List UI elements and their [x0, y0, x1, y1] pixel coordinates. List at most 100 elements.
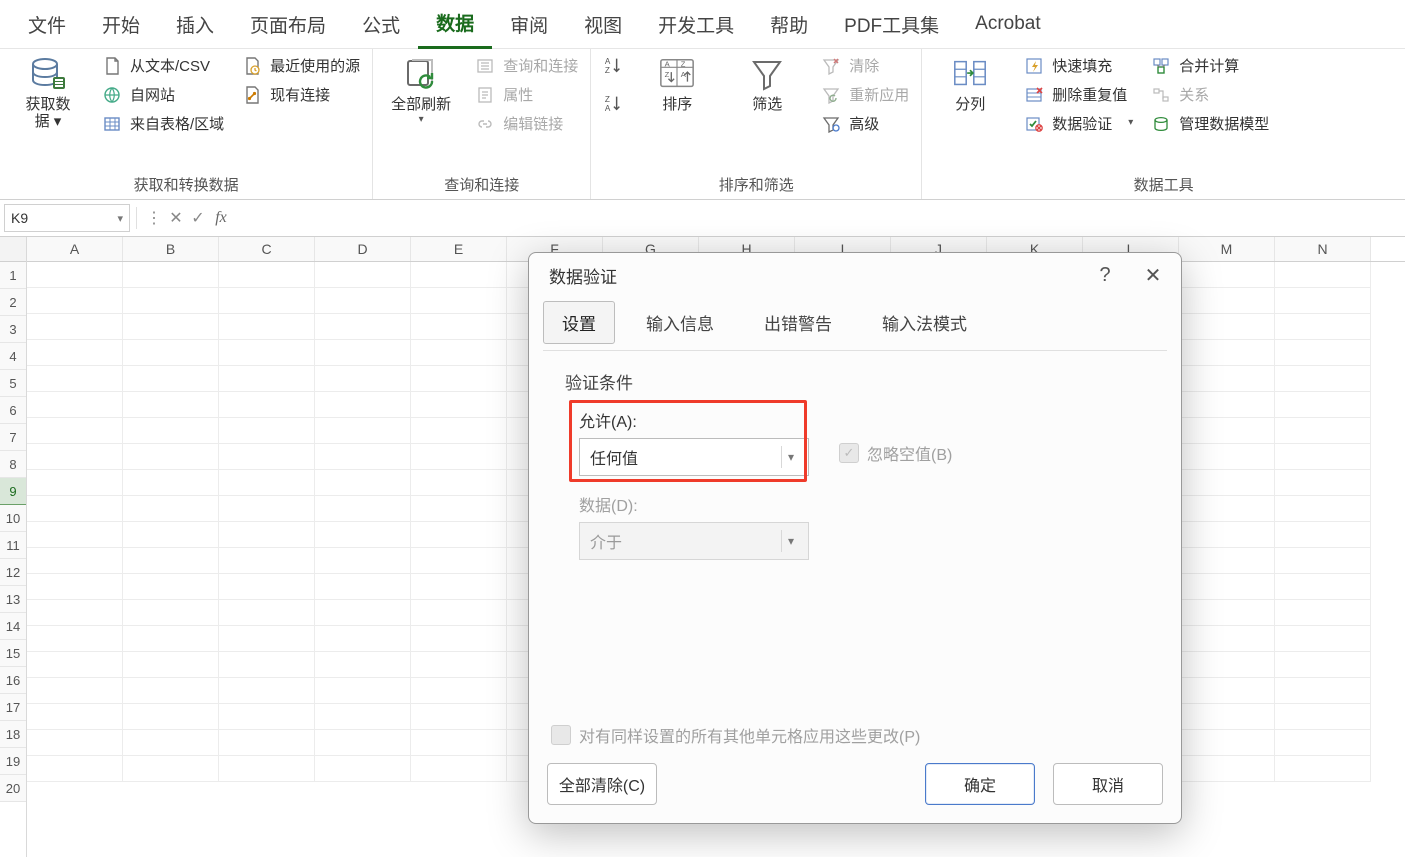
row-header[interactable]: 10 [0, 505, 26, 532]
cell[interactable] [315, 392, 411, 418]
row-header[interactable]: 5 [0, 370, 26, 397]
cell[interactable] [315, 730, 411, 756]
cell[interactable] [1275, 730, 1371, 756]
ok-button[interactable]: 确定 [925, 763, 1035, 805]
tab-file[interactable]: 文件 [10, 1, 84, 48]
queries-and-connections-button[interactable]: 查询和连接 [475, 55, 578, 76]
cell[interactable] [123, 730, 219, 756]
column-header[interactable]: E [411, 237, 507, 261]
cell[interactable] [219, 574, 315, 600]
text-to-columns-button[interactable]: 分列 [934, 55, 1006, 113]
cell[interactable] [1275, 704, 1371, 730]
properties-button[interactable]: 属性 [475, 84, 578, 105]
cell[interactable] [27, 262, 123, 288]
cell[interactable] [411, 418, 507, 444]
cell[interactable] [1275, 314, 1371, 340]
cell[interactable] [219, 288, 315, 314]
cell[interactable] [1179, 288, 1275, 314]
cancel-button[interactable]: 取消 [1053, 763, 1163, 805]
cell[interactable] [315, 652, 411, 678]
advanced-filter-button[interactable]: 高级 [821, 113, 909, 134]
cell[interactable] [315, 522, 411, 548]
cell[interactable] [1275, 288, 1371, 314]
cell[interactable] [411, 574, 507, 600]
cell[interactable] [123, 652, 219, 678]
cell[interactable] [315, 548, 411, 574]
cell[interactable] [219, 444, 315, 470]
cell[interactable] [1179, 262, 1275, 288]
cell[interactable] [1179, 470, 1275, 496]
relationships-button[interactable]: 关系 [1151, 84, 1269, 105]
cell[interactable] [27, 730, 123, 756]
cell[interactable] [1275, 262, 1371, 288]
dialog-tab-input-message[interactable]: 输入信息 [627, 301, 733, 344]
cell[interactable] [123, 496, 219, 522]
from-web-button[interactable]: 自网站 [102, 84, 224, 105]
row-header[interactable]: 7 [0, 424, 26, 451]
cell[interactable] [1179, 418, 1275, 444]
cell[interactable] [27, 704, 123, 730]
cell[interactable] [315, 470, 411, 496]
data-model-button[interactable]: 管理数据模型 [1151, 113, 1269, 134]
cell[interactable] [315, 496, 411, 522]
cell[interactable] [219, 470, 315, 496]
cell[interactable] [1275, 496, 1371, 522]
cell[interactable] [1275, 652, 1371, 678]
row-header[interactable]: 20 [0, 775, 26, 802]
cell[interactable] [219, 678, 315, 704]
cell[interactable] [27, 522, 123, 548]
row-header[interactable]: 17 [0, 694, 26, 721]
cell[interactable] [219, 392, 315, 418]
row-header[interactable]: 6 [0, 397, 26, 424]
cell[interactable] [315, 756, 411, 782]
cell[interactable] [1275, 574, 1371, 600]
column-header[interactable]: D [315, 237, 411, 261]
cell[interactable] [1275, 366, 1371, 392]
clear-all-button[interactable]: 全部清除(C) [547, 763, 657, 805]
cell[interactable] [1275, 444, 1371, 470]
cell[interactable] [219, 652, 315, 678]
help-button[interactable]: ? [1093, 264, 1117, 287]
cell[interactable] [123, 470, 219, 496]
cell[interactable] [411, 288, 507, 314]
cell[interactable] [27, 366, 123, 392]
cell[interactable] [27, 652, 123, 678]
row-header[interactable]: 11 [0, 532, 26, 559]
row-header[interactable]: 19 [0, 748, 26, 775]
close-button[interactable]: ✕ [1141, 263, 1165, 288]
cell[interactable] [219, 314, 315, 340]
cell[interactable] [1179, 522, 1275, 548]
cell[interactable] [27, 626, 123, 652]
cell[interactable] [1179, 444, 1275, 470]
cell[interactable] [27, 392, 123, 418]
cell[interactable] [411, 678, 507, 704]
cell[interactable] [1275, 548, 1371, 574]
cell[interactable] [1275, 418, 1371, 444]
cell[interactable] [411, 652, 507, 678]
cell[interactable] [123, 366, 219, 392]
refresh-all-button[interactable]: 全部刷新 ▾ [385, 55, 457, 126]
tab-devtools[interactable]: 开发工具 [640, 1, 752, 48]
row-header[interactable]: 8 [0, 451, 26, 478]
row-header[interactable]: 16 [0, 667, 26, 694]
cell[interactable] [411, 756, 507, 782]
cell[interactable] [315, 314, 411, 340]
from-table-button[interactable]: 来自表格/区域 [102, 113, 224, 134]
cell[interactable] [27, 574, 123, 600]
cell[interactable] [411, 470, 507, 496]
cell[interactable] [1179, 756, 1275, 782]
tab-acrobat[interactable]: Acrobat [957, 3, 1058, 45]
cell[interactable] [219, 418, 315, 444]
cell[interactable] [27, 314, 123, 340]
cell[interactable] [315, 340, 411, 366]
dialog-tab-error-alert[interactable]: 出错警告 [745, 301, 851, 344]
cell[interactable] [123, 288, 219, 314]
cell[interactable] [315, 262, 411, 288]
cell[interactable] [219, 548, 315, 574]
cell[interactable] [123, 314, 219, 340]
cell[interactable] [27, 418, 123, 444]
row-header[interactable]: 15 [0, 640, 26, 667]
column-header[interactable]: N [1275, 237, 1371, 261]
cell[interactable] [315, 288, 411, 314]
sort-asc-button[interactable]: AZ [603, 55, 623, 75]
